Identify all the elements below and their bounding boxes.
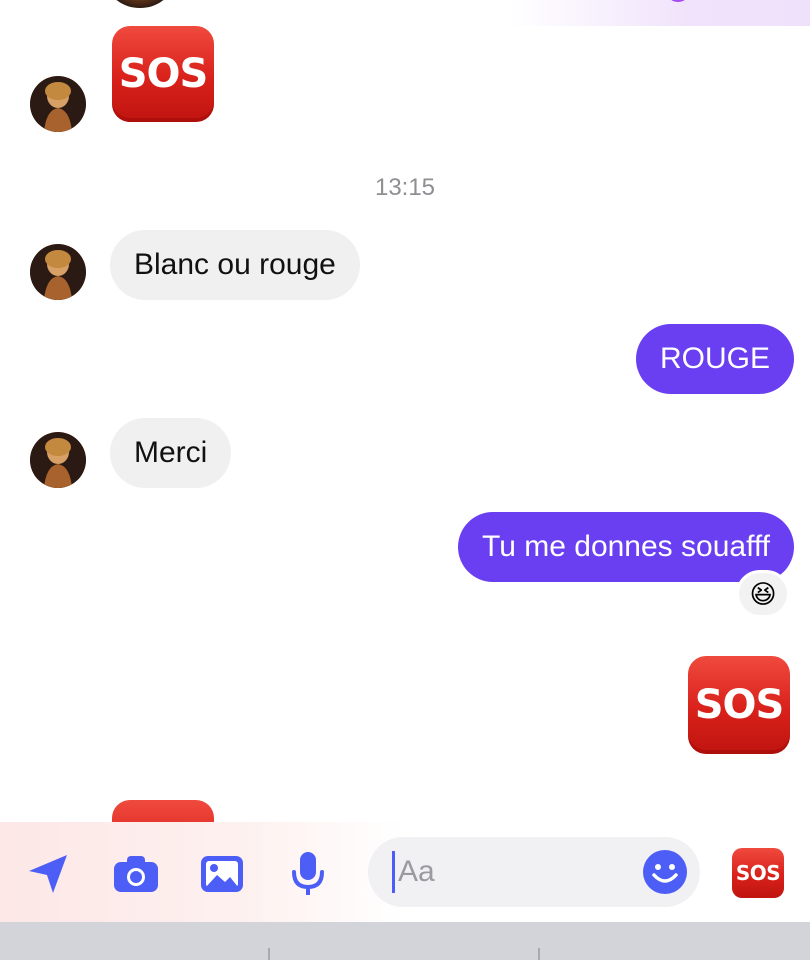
location-arrow-icon[interactable] xyxy=(24,850,72,898)
avatar[interactable] xyxy=(108,0,172,8)
text-caret xyxy=(392,851,395,893)
incoming-message[interactable]: Blanc ou rouge xyxy=(110,230,360,300)
laughing-reaction-icon[interactable]: 😆 xyxy=(736,570,790,618)
image-icon[interactable] xyxy=(198,850,246,898)
keyboard-suggestion-bar xyxy=(0,922,810,960)
sos-emoji-message[interactable]: SOS xyxy=(688,656,790,754)
message-input[interactable]: Aa xyxy=(368,837,700,907)
microphone-icon[interactable] xyxy=(284,850,332,898)
camera-icon[interactable] xyxy=(112,850,160,898)
contact-avatar[interactable] xyxy=(30,432,86,488)
sos-emoji-message[interactable]: SOS xyxy=(112,26,214,122)
quick-reaction-sos-button[interactable]: SOS xyxy=(732,848,784,898)
message-timestamp: 13:15 xyxy=(374,174,436,201)
message-composer: Aa SOS xyxy=(0,822,810,922)
outgoing-message[interactable]: ROUGE xyxy=(635,324,794,394)
message-input-placeholder: Aa xyxy=(398,855,435,888)
incoming-message[interactable]: Merci xyxy=(110,418,232,488)
suggestion-divider xyxy=(268,948,270,960)
contact-avatar[interactable] xyxy=(30,76,86,132)
suggestion-divider xyxy=(538,948,540,960)
outgoing-gradient xyxy=(510,0,810,26)
emoji-icon[interactable] xyxy=(642,849,688,895)
outgoing-message[interactable]: Tu me donnes souafff xyxy=(458,512,794,582)
contact-avatar[interactable] xyxy=(30,244,86,300)
chat-screen: SOS 13:15 Blanc ou rouge ROUGE Merci Tu … xyxy=(0,0,810,960)
previous-message-row xyxy=(0,0,810,26)
